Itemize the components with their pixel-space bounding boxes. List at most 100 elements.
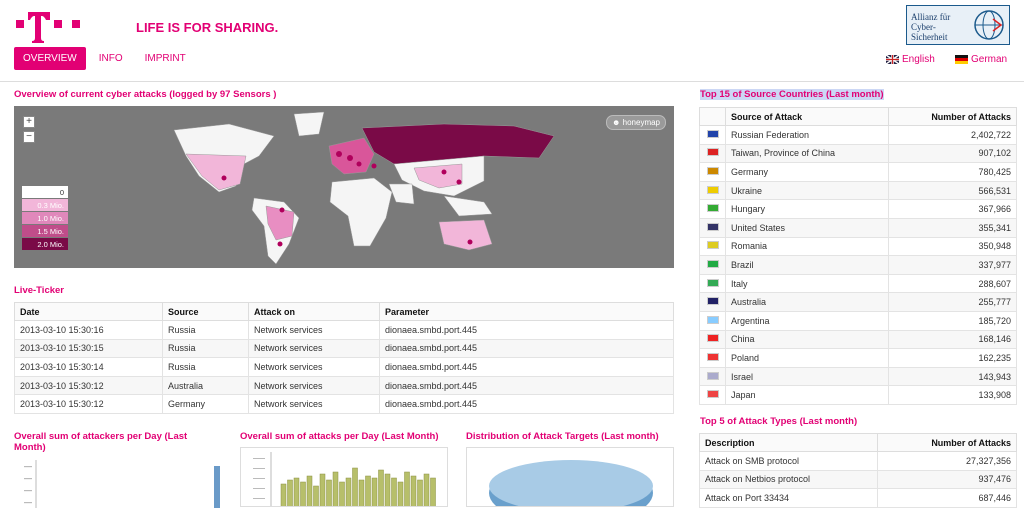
- lang-english-label: English: [902, 54, 935, 65]
- flag-icon: [706, 204, 719, 213]
- attackers-chart-title: Overall sum of attackers per Day (Last M…: [14, 431, 188, 453]
- zoom-out-button[interactable]: −: [23, 131, 35, 143]
- nav-imprint[interactable]: IMPRINT: [136, 47, 195, 70]
- flag-icon: [706, 390, 719, 399]
- country-attacks: 2,402,722: [887, 125, 1018, 145]
- targets-chart[interactable]: [466, 447, 674, 507]
- attack-types-header-row: Description Number of Attacks: [699, 433, 1018, 452]
- country-flag-cell: [699, 366, 726, 387]
- ticker-date: 2013-03-10 15:30:15: [14, 338, 163, 359]
- country-row: Hungary 367,966: [699, 199, 1018, 219]
- country-attacks: 780,425: [887, 162, 1018, 182]
- country-attacks: 288,607: [887, 273, 1018, 294]
- attack-type-row: Attack on Netbios protocol 937,476: [699, 469, 1018, 490]
- legend-4: 2.0 Mio.: [22, 238, 68, 251]
- country-row: Russian Federation 2,402,722: [699, 125, 1018, 145]
- slogan: LIFE IS FOR SHARING.: [136, 20, 279, 35]
- honeymap-label: honeymap: [622, 118, 660, 127]
- main-nav: OVERVIEW INFO IMPRINT: [14, 47, 199, 70]
- country-flag-cell: [699, 125, 726, 145]
- col-attack-count: Number of Attacks: [876, 433, 1018, 452]
- zoom-in-button[interactable]: +: [23, 116, 35, 128]
- ticker-table: Date Source Attack on Parameter 2013-03-…: [14, 302, 674, 414]
- country-name: Russian Federation: [725, 125, 889, 145]
- country-attacks: 566,531: [887, 180, 1018, 201]
- attacks-bar: [404, 471, 410, 506]
- attacks-bar: [397, 481, 404, 506]
- country-attacks: 907,102: [887, 143, 1018, 164]
- ticker-date: 2013-03-10 15:30:12: [14, 394, 163, 414]
- ticker-attack-on: Network services: [248, 357, 380, 377]
- nav-info[interactable]: INFO: [90, 47, 132, 70]
- country-row: Romania 350,948: [699, 236, 1018, 257]
- germany-flag-icon: [955, 55, 968, 64]
- lang-german[interactable]: German: [955, 54, 1007, 65]
- col-attack-on: Attack on: [248, 302, 380, 321]
- country-name: Argentina: [725, 310, 889, 331]
- ticker-source: Australia: [162, 375, 249, 396]
- ticker-attack-on: Network services: [248, 375, 380, 396]
- attack-type-count: 937,476: [876, 469, 1018, 490]
- attack-type-description: Attack on Port 33434: [699, 488, 878, 508]
- ticker-row: 2013-03-10 15:30:14 Russia Network service…: [14, 357, 674, 377]
- lang-german-label: German: [971, 54, 1008, 65]
- attacks-bar: [417, 479, 423, 506]
- country-name: Romania: [725, 236, 889, 257]
- allianz-logo[interactable]: Allianz für Cyber-Sicherheit: [906, 5, 1010, 45]
- country-name: United States: [725, 217, 889, 238]
- map-legend: 0 0.3 Mio. 1.0 Mio. 1.5 Mio. 2.0 Mio.: [22, 186, 68, 251]
- flag-icon: [706, 259, 719, 268]
- nav-overview[interactable]: OVERVIEW: [14, 47, 86, 70]
- col-number-of-attacks: Number of Attacks: [887, 107, 1018, 126]
- honeymap-badge[interactable]: ☻ honeymap: [605, 115, 666, 130]
- ticker-parameter: dionaea.smbd.port.445: [379, 375, 674, 396]
- ticker-attack-on: Network services: [248, 320, 380, 340]
- telekom-logo: [16, 12, 80, 43]
- country-attacks: 143,943: [887, 366, 1018, 387]
- attacks-bar: [430, 477, 436, 506]
- attacks-bar: [384, 473, 391, 506]
- map-title: Overview of current cyber attacks (logge…: [14, 89, 277, 100]
- attacks-bar: [332, 471, 339, 506]
- ticker-attack-on: Network services: [248, 338, 380, 359]
- attacks-bar: [280, 483, 287, 506]
- attackers-chart-svg: [24, 460, 220, 508]
- flag-icon: [706, 371, 719, 380]
- country-row: Argentina 185,720: [699, 310, 1018, 331]
- country-row: China 168,146: [699, 329, 1018, 350]
- ticker-parameter: dionaea.smbd.port.445: [379, 320, 674, 340]
- ticker-row: 2013-03-10 15:30:16 Russia Network service…: [14, 320, 674, 340]
- legend-3: 1.5 Mio.: [22, 225, 68, 238]
- ticker-source: Russia: [162, 320, 249, 340]
- country-attacks: 355,341: [887, 217, 1018, 238]
- ticker-row: 2013-03-10 15:30:12 Australia Network serv…: [14, 375, 674, 396]
- ticker-source: Russia: [162, 357, 249, 377]
- country-row: Australia 255,777: [699, 292, 1018, 312]
- country-flag-cell: [699, 385, 726, 405]
- col-parameter: Parameter: [379, 302, 674, 321]
- country-flag-cell: [699, 236, 726, 257]
- country-name: Brazil: [725, 255, 889, 275]
- flag-icon: [706, 297, 719, 306]
- ticker-parameter: dionaea.smbd.port.445: [379, 338, 674, 359]
- ticker-body: 2013-03-10 15:30:16 Russia Network service…: [14, 320, 674, 414]
- lang-english[interactable]: English: [886, 54, 935, 65]
- country-flag-cell: [699, 217, 726, 238]
- attacks-bar: [410, 475, 417, 506]
- ticker-row: 2013-03-10 15:30:12 Germany Network servic…: [14, 394, 674, 414]
- country-flag-cell: [699, 143, 726, 164]
- attack-map[interactable]: + − ☻ honeymap 0 0.3 Mio. 1.0 Mio. 1.5 M…: [14, 106, 674, 268]
- attack-type-description: Attack on Netbios protocol: [699, 469, 878, 490]
- country-name: Australia: [725, 292, 889, 312]
- attacks-bar: [352, 467, 358, 506]
- ticker-title: Live-Ticker: [14, 285, 64, 296]
- attack-type-count: 27,327,356: [876, 451, 1018, 471]
- attack-type-count: 687,446: [876, 488, 1018, 508]
- country-attacks: 168,146: [887, 329, 1018, 350]
- attack-type-description: Attack on SMB protocol: [699, 451, 878, 471]
- attackers-chart[interactable]: [14, 458, 224, 518]
- flag-icon: [706, 315, 719, 324]
- attacks-chart[interactable]: [240, 447, 448, 507]
- country-name: Hungary: [725, 199, 889, 219]
- targets-chart-svg: [489, 460, 653, 506]
